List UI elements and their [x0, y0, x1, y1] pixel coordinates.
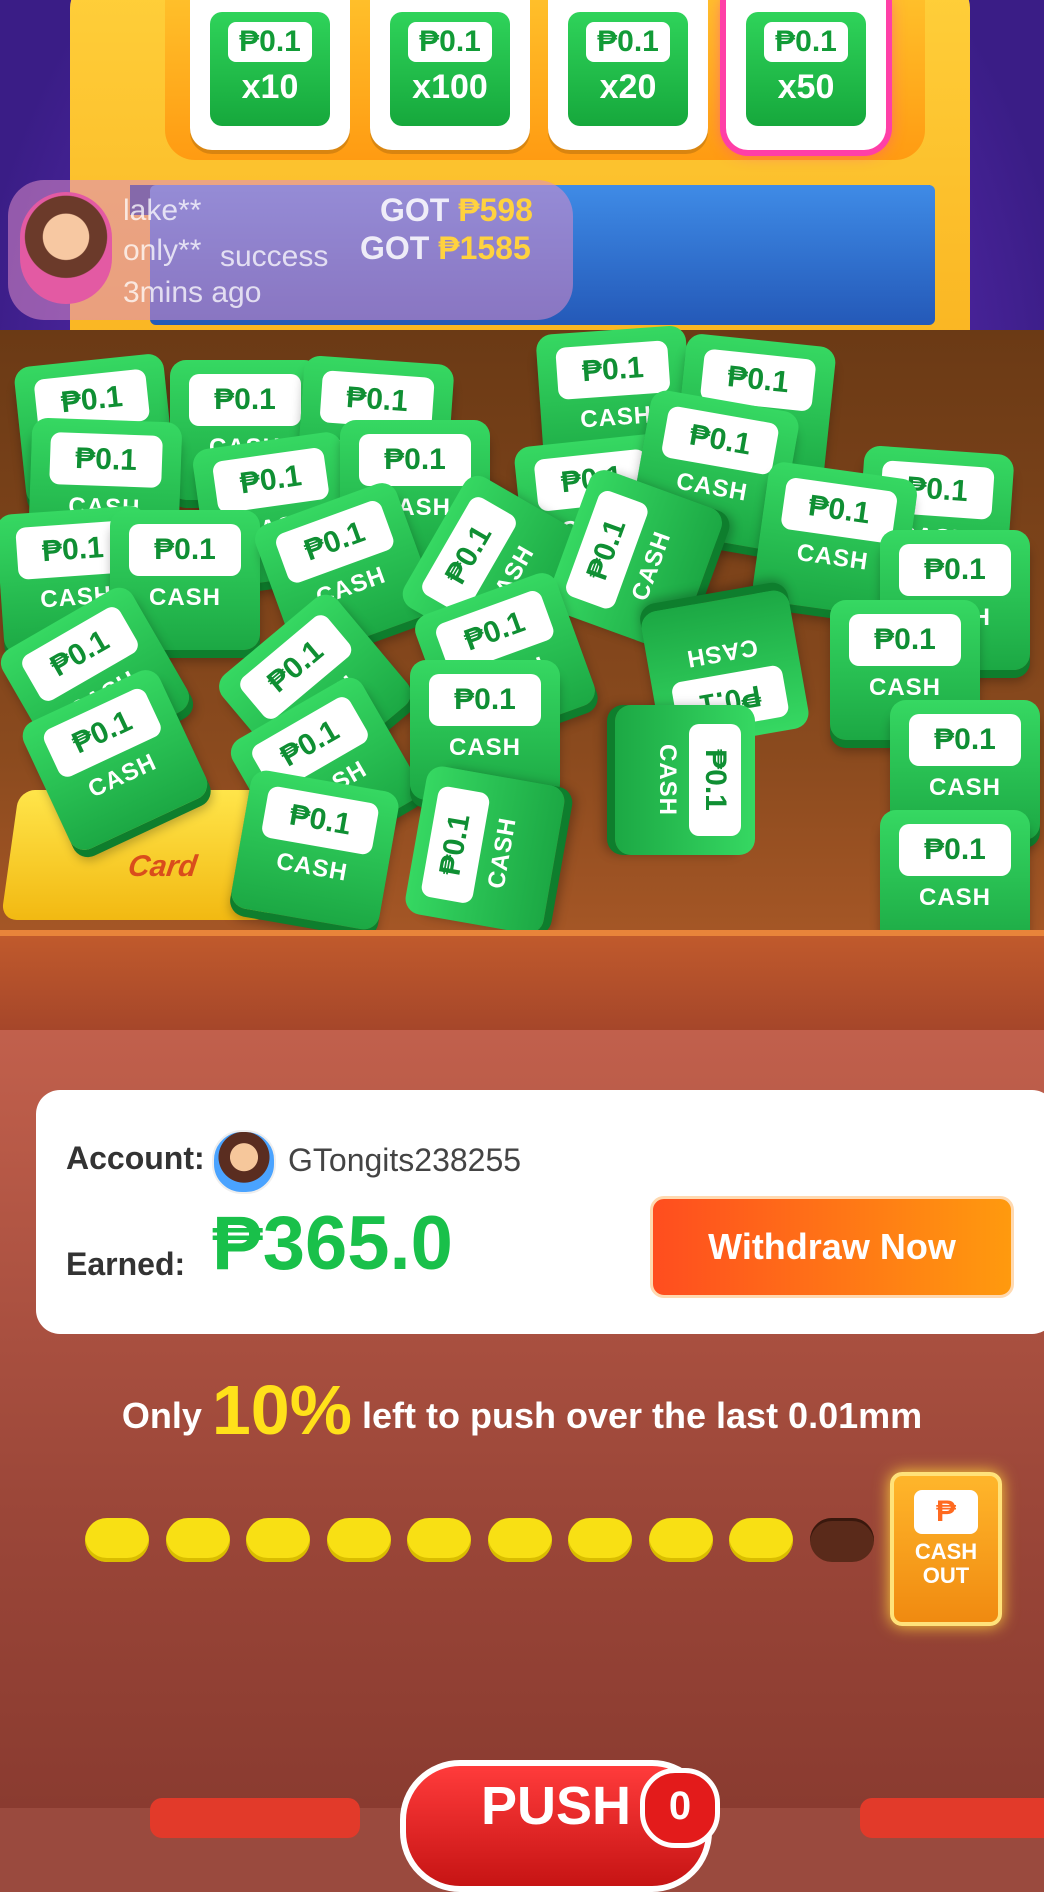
coin-value: ₱0.1 — [780, 476, 899, 544]
progress-dot-filled — [165, 1518, 230, 1562]
ticker-got-1: GOT — [380, 192, 450, 228]
coin-label: CASH — [918, 884, 991, 911]
account-username: GTongits238255 — [288, 1142, 522, 1178]
winner-ticker: lake** GOT ₱598 only** success GOT ₱1585… — [8, 180, 573, 320]
coin-value: ₱0.1 — [211, 446, 330, 514]
ticker-win-2: GOT ₱1585 — [360, 230, 531, 267]
coin-value: ₱0.1 — [189, 374, 301, 426]
cashout-line1: CASH — [914, 1539, 978, 1564]
ticker-user-1: lake** — [123, 194, 202, 227]
ticker-user-2: only** — [123, 234, 202, 267]
gold-card-label: Card — [126, 850, 200, 883]
bet-option-x10[interactable]: ₱0.1 x10 — [190, 0, 350, 150]
bet-value: ₱0.1 — [586, 22, 670, 62]
coin-pusher-machine: ₱0.1 x10 ₱0.1 x100 ₱0.1 x20 ₱0.1 x50 Car… — [0, 0, 1044, 1030]
progress-percent: 10% — [211, 1371, 352, 1449]
progress-dot-filled — [487, 1518, 552, 1562]
bet-multiplier: x50 — [777, 68, 835, 106]
coin-value: ₱0.1 — [49, 432, 163, 488]
cash-coin: ₱0.1 CASH — [880, 810, 1030, 950]
account-label: Account: — [66, 1140, 205, 1176]
progress-dot-filled — [568, 1518, 632, 1562]
tray-edge — [0, 930, 1044, 1030]
bet-option-x50[interactable]: ₱0.1 x50 — [726, 0, 886, 150]
coin-label: CASH — [868, 674, 941, 701]
ticker-time: 3mins ago — [123, 276, 262, 309]
bet-multiplier: x20 — [599, 68, 657, 106]
bet-value: ₱0.1 — [408, 22, 492, 62]
coin-value: ₱0.1 — [849, 614, 961, 666]
ticker-amount-1: ₱598 — [458, 192, 533, 228]
cash-coin: ₱0.1 CASH — [615, 705, 755, 855]
bet-chip: ₱0.1 x10 — [210, 12, 330, 126]
bet-chip: ₱0.1 x100 — [390, 12, 510, 126]
coin-value: ₱0.1 — [429, 674, 541, 726]
progress-dot-filled — [648, 1518, 713, 1562]
progress-prefix: Only — [121, 1395, 202, 1436]
coin-value: ₱0.1 — [689, 724, 741, 836]
ticker-got-2: GOT — [360, 230, 430, 266]
bet-value: ₱0.1 — [764, 22, 848, 62]
coin-value: ₱0.1 — [359, 434, 471, 486]
progress-message: Only 10% left to push over the last 0.01… — [0, 1370, 1044, 1450]
bet-value: ₱0.1 — [228, 22, 312, 62]
coin-value: ₱0.1 — [420, 785, 491, 905]
push-count-badge: 0 — [640, 1768, 720, 1848]
coin-label: CASH — [448, 734, 521, 761]
coin-value: ₱0.1 — [899, 544, 1011, 596]
progress-dot-filled — [246, 1518, 310, 1562]
cash-coin: ₱0.1CASH — [403, 763, 567, 937]
bet-chip: ₱0.1 x50 — [746, 12, 866, 126]
earned-amount: ₱365.0 — [212, 1201, 453, 1286]
coin-value: ₱0.1 — [129, 524, 241, 576]
peso-icon: ₱ — [914, 1490, 978, 1534]
earned-label: Earned: — [66, 1246, 186, 1282]
coin-label: CASH — [654, 743, 681, 816]
ticker-avatar — [20, 192, 112, 304]
bet-option-x20[interactable]: ₱0.1 x20 — [548, 0, 708, 150]
right-action-button[interactable] — [860, 1798, 1044, 1838]
coin-value: ₱0.1 — [660, 405, 780, 476]
cash-coin: ₱0.1CASH — [228, 768, 402, 932]
bet-option-x100[interactable]: ₱0.1 x100 — [370, 0, 530, 150]
progress-dots — [85, 1518, 885, 1564]
progress-dot-filled — [85, 1518, 149, 1562]
bet-multiplier: x100 — [412, 68, 488, 106]
progress-dot-filled — [326, 1518, 391, 1562]
progress-suffix: left to push over the last 0.01mm — [362, 1395, 923, 1436]
coin-value: ₱0.1 — [555, 340, 671, 400]
bet-chip: ₱0.1 x20 — [568, 12, 688, 126]
ticker-status: success — [220, 240, 329, 273]
cash-out-button[interactable]: ₱ CASH OUT — [890, 1472, 1002, 1626]
coin-value: ₱0.1 — [260, 785, 380, 856]
withdraw-now-button[interactable]: Withdraw Now — [650, 1196, 1014, 1298]
coin-label: CASH — [928, 774, 1001, 801]
progress-dot-filled — [407, 1518, 471, 1562]
bet-multiplier: x10 — [241, 68, 299, 106]
coin-value: ₱0.1 — [899, 824, 1011, 876]
ticker-amount-2: ₱1585 — [438, 230, 531, 266]
progress-dot-empty — [809, 1518, 874, 1562]
coin-value: ₱0.1 — [909, 714, 1021, 766]
progress-dot-filled — [729, 1518, 793, 1562]
avatar — [212, 1130, 276, 1194]
cashout-line2: OUT — [922, 1563, 970, 1588]
ticker-win-1: GOT ₱598 — [380, 192, 533, 229]
left-action-button[interactable] — [150, 1798, 360, 1838]
account-card: Account: GTongits238255 Earned: ₱365.0 W… — [36, 1090, 1044, 1334]
